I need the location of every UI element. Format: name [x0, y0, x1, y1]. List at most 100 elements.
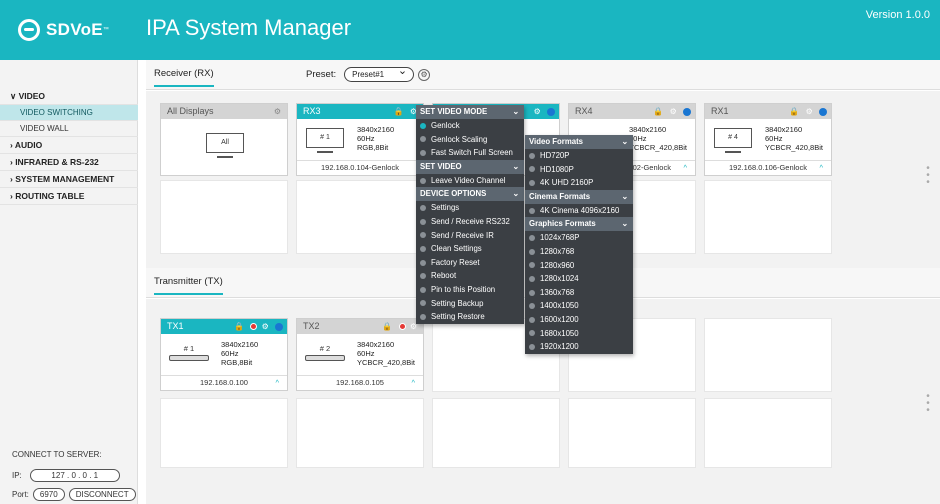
pagination-dots[interactable]: • • • — [924, 164, 932, 188]
submenu-item-graphics[interactable]: 1024x768P — [525, 231, 633, 245]
status-dot-icon[interactable]: 🔒 ⚙ — [789, 104, 827, 119]
display-monitor-icon: # 1 — [306, 128, 344, 153]
sidebar-item-video[interactable]: ∨ VIDEO — [0, 88, 138, 105]
port-input[interactable]: 6970 — [32, 488, 65, 501]
chevron-down-icon: ⌄ — [621, 219, 628, 229]
menu-item-clean-settings[interactable]: Clean Settings — [416, 242, 524, 256]
all-displays-title: All Displays — [167, 106, 214, 116]
rx-card-header: RX3 🔒 ⚙ — [297, 104, 423, 119]
tx-card-header: TX1 🔒 ⚙ — [161, 319, 287, 334]
tx-specs: 3840x2160 60Hz YCBCR_420,8Bit — [357, 340, 415, 367]
empty-slot[interactable] — [296, 180, 424, 254]
preset-select[interactable]: Preset#1 — [344, 65, 415, 82]
submenu-item-graphics[interactable]: 1400x1050 — [525, 299, 633, 313]
rx-card-name: RX3 — [303, 106, 321, 116]
empty-slot[interactable] — [704, 398, 832, 468]
sidebar: ∨ VIDEO VIDEO SWITCHING VIDEO WALL › AUD… — [0, 60, 138, 504]
tx-spec-color: RGB,8Bit — [221, 358, 253, 367]
submenu-header-video-formats[interactable]: Video Formats ⌄ — [525, 135, 633, 149]
submenu-item-graphics[interactable]: 1680x1050 — [525, 327, 633, 341]
menu-header-set-video[interactable]: SET VIDEO ⌄ — [416, 159, 524, 174]
menu-item-ir[interactable]: Send / Receive IR — [416, 229, 524, 243]
rx-spec-color: YCBCR_420,8Bit — [765, 143, 823, 152]
menu-item-leave-channel[interactable]: Leave Video Channel — [416, 174, 524, 188]
submenu-item-hd720[interactable]: HD720P — [525, 149, 633, 163]
transmitter-device-icon: # 1 — [169, 344, 209, 361]
tx-specs: 3840x2160 60Hz RGB,8Bit — [221, 340, 258, 367]
chevron-up-icon[interactable]: ^ — [683, 161, 687, 175]
tab-transmitter[interactable]: Transmitter (TX) — [154, 276, 223, 295]
tx-spec-refresh: 60Hz — [221, 349, 239, 358]
rx-card-header: RX4 🔒 ⚙ — [569, 104, 695, 119]
version-label: Version 1.0.0 — [865, 9, 930, 21]
menu-item-genlock[interactable]: Genlock — [416, 119, 524, 133]
disconnect-button[interactable]: DISCONNECT — [68, 488, 136, 501]
menu-item-rs232[interactable]: Send / Receive RS232 — [416, 215, 524, 229]
submenu-item-graphics[interactable]: 1600x1200 — [525, 313, 633, 327]
sidebar-item-video-wall[interactable]: VIDEO WALL — [0, 121, 138, 137]
preset-settings-icon[interactable]: ⚙ — [418, 68, 431, 81]
empty-slot[interactable] — [704, 318, 832, 392]
tx-spec-color: YCBCR_420,8Bit — [357, 358, 415, 367]
empty-slot[interactable] — [160, 180, 288, 254]
ip-input[interactable]: 127 . 0 . 0 . 1 — [29, 469, 120, 482]
tx-number: # 1 — [183, 344, 195, 353]
menu-item-pin-position[interactable]: Pin to this Position — [416, 283, 524, 297]
rx-card-footer: 192.168.0.106-Genlock ^ — [705, 160, 831, 175]
chevron-up-icon[interactable]: ^ — [819, 161, 823, 175]
connect-panel: CONNECT TO SERVER: IP: 127 . 0 . 0 . 1 P… — [12, 450, 136, 501]
empty-slot[interactable] — [432, 398, 560, 468]
submenu-header-cinema-formats[interactable]: Cinema Formats ⌄ — [525, 189, 633, 204]
tx-card-tx1[interactable]: TX1 🔒 ⚙ # 1 3840x2160 60Hz RGB,8Bit 192.… — [160, 318, 288, 391]
sidebar-item-system-management[interactable]: › SYSTEM MANAGEMENT — [0, 171, 138, 188]
rx-card-rx3[interactable]: RX3 🔒 ⚙ # 1 3840x2160 60Hz RGB,8Bit 192.… — [296, 103, 424, 176]
rx-spec-refresh: 60Hz — [357, 134, 375, 143]
chevron-down-icon: ⌄ — [621, 191, 628, 201]
empty-slot[interactable] — [296, 398, 424, 468]
ip-label: IP: — [12, 471, 22, 480]
preset-label: Preset: — [306, 69, 337, 80]
sidebar-item-infrared-rs232[interactable]: › INFRARED & RS-232 — [0, 154, 138, 171]
rx-spec-refresh: 60Hz — [629, 134, 647, 143]
lock-icon[interactable]: 🔒 ⚙ — [382, 319, 419, 334]
submenu-item-graphics[interactable]: 1280x960 — [525, 259, 633, 273]
empty-slot[interactable] — [568, 398, 696, 468]
rx-spec-refresh: 60Hz — [765, 134, 783, 143]
submenu-item-graphics[interactable]: 1360x768 — [525, 286, 633, 300]
logo-trademark: ™ — [102, 27, 109, 33]
display-monitor-icon: # 4 — [714, 128, 752, 153]
rx-card-rx1[interactable]: RX1 🔒 ⚙ # 4 3840x2160 60Hz YCBCR_420,8Bi… — [704, 103, 832, 176]
empty-slot[interactable] — [704, 180, 832, 254]
menu-item-reboot[interactable]: Reboot — [416, 269, 524, 283]
tx-card-tx2[interactable]: TX2 🔒 ⚙ # 2 3840x2160 60Hz YCBCR_420,8Bi… — [296, 318, 424, 391]
menu-item-setting-backup[interactable]: Setting Backup — [416, 297, 524, 311]
all-displays-card[interactable]: All Displays ⚙ All — [160, 103, 288, 176]
submenu-item-graphics[interactable]: 1280x768 — [525, 245, 633, 259]
menu-item-factory-reset[interactable]: Factory Reset — [416, 256, 524, 270]
sidebar-item-video-switching[interactable]: VIDEO SWITCHING — [0, 105, 138, 121]
submenu-item-graphics[interactable]: 1920x1200 — [525, 340, 633, 354]
pagination-dots[interactable]: • • • — [924, 392, 932, 416]
menu-item-settings[interactable]: Settings — [416, 201, 524, 215]
tab-receiver[interactable]: Receiver (RX) — [154, 68, 214, 87]
all-displays-header: All Displays ⚙ — [161, 104, 287, 119]
gear-icon[interactable]: ⚙ — [274, 104, 283, 119]
chevron-up-icon[interactable]: ^ — [411, 376, 415, 390]
menu-header-set-video-mode[interactable]: SET VIDEO MODE ⌄ — [416, 105, 524, 119]
sidebar-item-routing-table[interactable]: › ROUTING TABLE — [0, 188, 138, 205]
empty-slot[interactable] — [160, 398, 288, 468]
lock-icon[interactable]: 🔒 ⚙ — [234, 319, 283, 334]
sidebar-item-audio[interactable]: › AUDIO — [0, 137, 138, 154]
chevron-up-icon[interactable]: ^ — [275, 376, 279, 390]
menu-item-fast-switch[interactable]: Fast Switch Full Screen — [416, 146, 524, 160]
menu-item-genlock-scaling[interactable]: Genlock Scaling — [416, 133, 524, 147]
menu-item-setting-restore[interactable]: Setting Restore — [416, 310, 524, 324]
port-label: Port: — [12, 490, 29, 499]
submenu-item-hd1080[interactable]: HD1080P — [525, 163, 633, 177]
submenu-item-4k-uhd[interactable]: 4K UHD 2160P — [525, 176, 633, 190]
submenu-item-graphics[interactable]: 1280x1024 — [525, 272, 633, 286]
submenu-header-graphics-formats[interactable]: Graphics Formats ⌄ — [525, 217, 633, 232]
submenu-item-4k-cinema[interactable]: 4K Cinema 4096x2160 — [525, 204, 633, 218]
status-dot-icon[interactable]: 🔒 ⚙ — [653, 104, 691, 119]
menu-header-device-options[interactable]: DEVICE OPTIONS ⌄ — [416, 187, 524, 202]
